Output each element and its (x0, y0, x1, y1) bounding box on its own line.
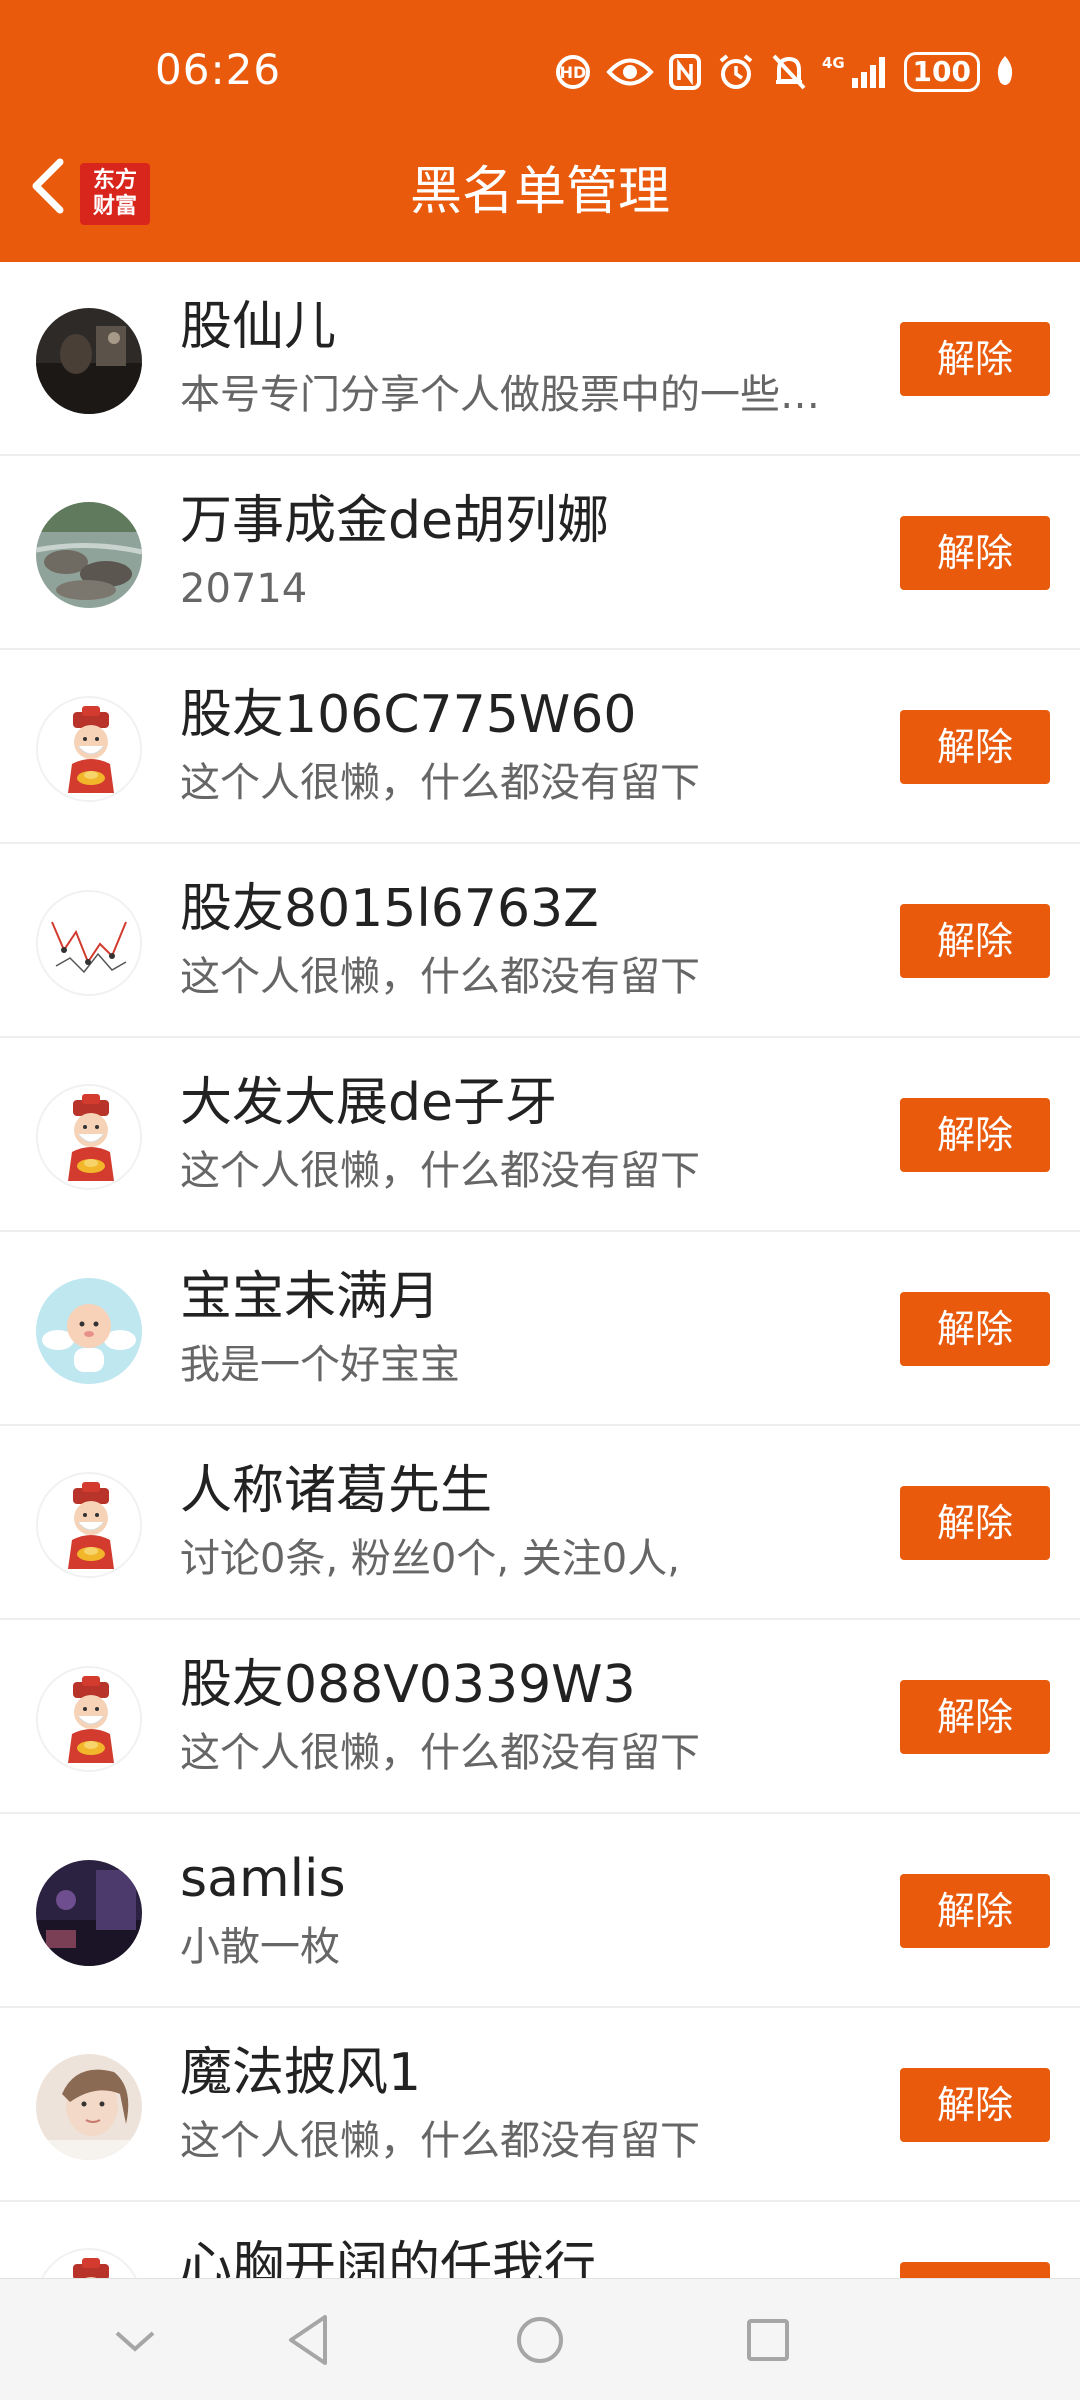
blacklist-row[interactable]: 股友8015l6763Z 这个人很懒，什么都没有留下 解除 (0, 844, 1080, 1038)
mute-bell-icon (770, 52, 808, 92)
home-circle-icon (517, 2317, 563, 2363)
user-name: samlis (180, 1849, 346, 1909)
blacklist-row[interactable]: 宝宝未满月我是一个好宝宝 解除 (0, 1232, 1080, 1426)
blacklist: 股仙儿 本号专门分享个人做股票中的一些… 解除 万事成金de胡列娜 20714 解除 股友1… (0, 262, 1080, 2396)
user-description: 小散一枚 (180, 1924, 340, 1970)
user-description: 这个人很懒，什么都没有留下 (180, 1730, 700, 1776)
blacklist-row[interactable]: 魔法披风1 这个人很懒，什么都没有留下 解除 (0, 2008, 1080, 2202)
user-description: 这个人很懒，什么都没有留下 (180, 954, 700, 1000)
hd-call-icon: HD (554, 53, 592, 91)
user-name: 股友8015l6763Z (180, 879, 599, 939)
recents-square-icon (747, 2319, 789, 2361)
status-icons: HD 4G 100 (554, 44, 1016, 100)
home-nav-button[interactable] (500, 2305, 580, 2375)
unblock-button[interactable]: 解除 (900, 2068, 1050, 2142)
user-name: 股友106C775W60 (180, 685, 637, 745)
avatar[interactable] (36, 1278, 142, 1384)
avatar[interactable] (36, 2054, 142, 2160)
svg-text:HD: HD (559, 63, 586, 82)
user-name: 大发大展de子牙 (180, 1073, 558, 1133)
unblock-button[interactable]: 解除 (900, 322, 1050, 396)
unblock-button[interactable]: 解除 (900, 710, 1050, 784)
user-name: 人称诸葛先生 (180, 1461, 493, 1521)
user-name: 股仙儿 (180, 297, 337, 357)
unblock-button[interactable]: 解除 (900, 1292, 1050, 1366)
system-nav-bar (0, 2278, 1080, 2400)
nfc-icon (668, 53, 702, 91)
hide-keyboard-icon (115, 2331, 155, 2352)
hide-keyboard-button[interactable] (95, 2305, 175, 2375)
avatar[interactable] (36, 1666, 142, 1772)
battery-level: 100 (912, 55, 971, 88)
avatar[interactable] (36, 1084, 142, 1190)
user-name: 宝宝未满月 (180, 1267, 441, 1327)
avatar[interactable] (36, 502, 142, 608)
unblock-button[interactable]: 解除 (900, 1874, 1050, 1948)
user-description: 这个人很懒，什么都没有留下 (180, 2118, 700, 2164)
user-description: 这个人很懒，什么都没有留下 (180, 1148, 700, 1194)
unblock-button[interactable]: 解除 (900, 904, 1050, 978)
user-name: 万事成金de胡列娜 (180, 491, 610, 551)
back-nav-button[interactable] (268, 2305, 348, 2375)
leaf-icon (994, 54, 1016, 90)
blacklist-row[interactable]: 万事成金de胡列娜 20714 解除 (0, 456, 1080, 650)
unblock-button[interactable]: 解除 (900, 1680, 1050, 1754)
blacklist-row[interactable]: 股友106C775W60 这个人很懒，什么都没有留下 解除 (0, 650, 1080, 844)
user-description: 20714 (180, 566, 308, 612)
blacklist-row[interactable]: samlis 小散一枚 解除 (0, 1814, 1080, 2008)
avatar[interactable] (36, 890, 142, 996)
status-time: 06:26 (155, 45, 282, 94)
unblock-button[interactable]: 解除 (900, 1098, 1050, 1172)
user-description: 这个人很懒，什么都没有留下 (180, 760, 700, 806)
blacklist-row[interactable]: 股友088V0339W3 这个人很懒，什么都没有留下 解除 (0, 1620, 1080, 1814)
avatar[interactable] (36, 1472, 142, 1578)
signal-4g-icon: 4G (822, 52, 890, 92)
avatar[interactable] (36, 696, 142, 802)
unblock-button[interactable]: 解除 (900, 1486, 1050, 1560)
recents-nav-button[interactable] (728, 2305, 808, 2375)
blacklist-screen: 东方 财富 黑名单管理 06:26 HD 4G 100 股仙儿 本号专门分享个人… (0, 0, 1080, 2400)
avatar[interactable] (36, 1860, 142, 1966)
user-name: 魔法披风1 (180, 2043, 422, 2103)
unblock-button[interactable]: 解除 (900, 516, 1050, 590)
battery-icon: 100 (903, 52, 980, 92)
blacklist-row[interactable]: 人称诸葛先生讨论0条, 粉丝0个, 关注0人, 解除 (0, 1426, 1080, 1620)
avatar[interactable] (36, 308, 142, 414)
alarm-icon (716, 52, 756, 92)
eye-icon (605, 55, 654, 89)
page-title: 黑名单管理 (409, 162, 670, 222)
back-triangle-icon (289, 2315, 327, 2365)
status-bar: 06:26 HD 4G 100 (0, 0, 1080, 145)
svg-text:4G: 4G (822, 54, 845, 72)
user-description: 本号专门分享个人做股票中的一些… (180, 372, 820, 418)
user-description: 讨论0条, 粉丝0个, 关注0人, (180, 1536, 680, 1582)
user-name: 股友088V0339W3 (180, 1655, 636, 1715)
blacklist-row[interactable]: 大发大展de子牙这个人很懒，什么都没有留下 解除 (0, 1038, 1080, 1232)
blacklist-row[interactable]: 股仙儿本号专门分享个人做股票中的一些… 解除 (0, 262, 1080, 456)
user-description: 我是一个好宝宝 (180, 1342, 460, 1388)
